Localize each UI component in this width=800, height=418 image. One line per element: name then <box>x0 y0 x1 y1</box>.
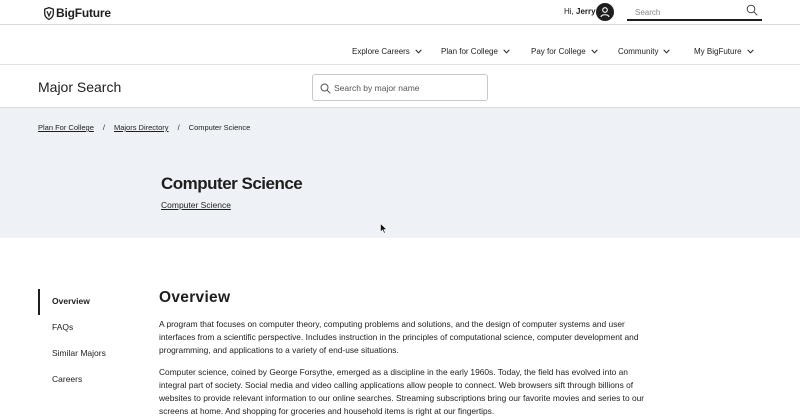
site-search <box>627 2 762 21</box>
overview-paragraph: A program that focuses on computer theor… <box>159 319 639 355</box>
mouse-cursor-icon <box>380 223 388 234</box>
chevron-down-icon <box>415 49 422 54</box>
breadcrumb-separator: / <box>177 123 180 132</box>
section-nav: Overview FAQs Similar Majors Careers <box>38 289 138 393</box>
major-search-bar: Major Search <box>0 65 800 108</box>
nav-my-bigfuture[interactable]: My BigFuture <box>694 47 754 56</box>
major-search-box <box>312 74 488 101</box>
section-nav-similar-majors[interactable]: Similar Majors <box>38 341 138 367</box>
greeting-prefix: Hi, <box>564 7 574 16</box>
major-search-input[interactable] <box>334 79 484 97</box>
search-icon <box>320 83 331 94</box>
bigfuture-logo[interactable]: BigFuture <box>44 5 111 21</box>
nav-label: Explore Careers <box>352 47 410 56</box>
search-icon[interactable] <box>746 4 758 16</box>
overview-paragraph: Computer science, coined by George Forsy… <box>159 367 645 416</box>
chevron-down-icon <box>663 49 671 54</box>
logo-text: BigFuture <box>56 6 111 20</box>
primary-nav: Explore Careers Plan for College Pay for… <box>0 25 800 65</box>
top-bar: BigFuture Hi, Jerry <box>0 0 800 25</box>
breadcrumb: Plan For College / Majors Directory / Co… <box>38 123 250 132</box>
nav-label: Community <box>618 47 659 56</box>
chevron-down-icon <box>746 49 754 54</box>
nav-label: Plan for College <box>441 47 498 56</box>
overview-heading: Overview <box>159 289 231 306</box>
section-nav-careers[interactable]: Careers <box>38 367 138 393</box>
section-nav-faqs[interactable]: FAQs <box>38 315 138 341</box>
major-category-link[interactable]: Computer Science <box>161 200 231 210</box>
shield-logo-icon <box>44 6 54 20</box>
site-search-input[interactable] <box>635 4 745 21</box>
avatar[interactable] <box>596 3 614 21</box>
page-title: Computer Science <box>161 174 303 193</box>
user-greeting: Hi, Jerry <box>564 7 596 16</box>
section-nav-overview[interactable]: Overview <box>38 289 138 315</box>
nav-label: My BigFuture <box>694 47 742 56</box>
nav-label: Pay for College <box>531 47 586 56</box>
nav-explore-careers[interactable]: Explore Careers <box>352 47 422 56</box>
user-name: Jerry <box>576 7 596 16</box>
major-hero: Plan For College / Majors Directory / Co… <box>0 108 800 238</box>
chevron-down-icon <box>591 49 598 54</box>
breadcrumb-link-plan-for-college[interactable]: Plan For College <box>38 123 94 132</box>
breadcrumb-current: Computer Science <box>188 123 251 132</box>
chevron-down-icon <box>503 49 510 54</box>
overview-section: Overview A program that focuses on compu… <box>159 289 649 418</box>
breadcrumb-separator: / <box>102 123 105 132</box>
major-search-title: Major Search <box>38 79 122 95</box>
user-icon <box>600 7 610 18</box>
nav-plan-for-college[interactable]: Plan for College <box>441 47 510 56</box>
breadcrumb-link-majors-directory[interactable]: Majors Directory <box>114 123 169 132</box>
nav-pay-for-college[interactable]: Pay for College <box>531 47 598 56</box>
nav-community[interactable]: Community <box>618 47 671 56</box>
